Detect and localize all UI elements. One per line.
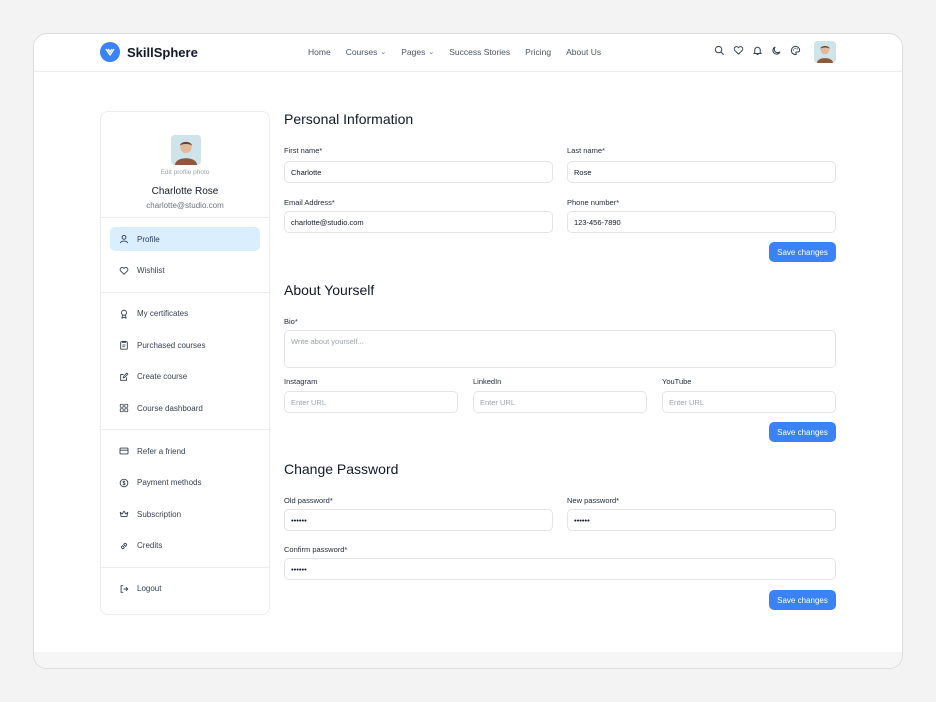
sidebar-item-label: Refer a friend	[137, 446, 186, 456]
sidebar-item-subscription[interactable]: Subscription	[110, 502, 260, 526]
app-window: SkillSphere Home Courses ⌄ Pages ⌄ Success…	[33, 33, 903, 669]
sidebar-item-label: Profile	[137, 234, 160, 244]
search-icon[interactable]	[714, 45, 725, 56]
instagram-label: Instagram	[284, 377, 318, 386]
bell-icon[interactable]	[752, 45, 763, 56]
youtube-label: YouTube	[662, 377, 692, 386]
crown-icon	[119, 510, 129, 517]
heart-icon[interactable]	[733, 45, 744, 56]
nav-home[interactable]: Home	[308, 47, 331, 57]
sidebar-item-profile[interactable]: Profile	[110, 227, 260, 251]
instagram-input[interactable]: Enter URL	[284, 391, 458, 413]
linkedin-label: LinkedIn	[473, 377, 502, 386]
sidebar-item-label: Credits	[137, 541, 163, 550]
confirm-password-input[interactable]: ••••••	[284, 558, 836, 580]
change-password-title: Change Password	[284, 461, 399, 477]
sidebar-item-label: My certificates	[137, 309, 189, 318]
grid-icon	[119, 403, 129, 413]
nav-success-stories-label: Success Stories	[449, 47, 511, 57]
nav-success-stories[interactable]: Success Stories	[449, 47, 510, 57]
bio-textarea[interactable]: Write about yourself...	[284, 330, 836, 368]
old-password-input[interactable]: ••••••	[284, 509, 553, 531]
nav-about-us[interactable]: About Us	[566, 47, 601, 57]
card-icon	[119, 447, 129, 455]
personal-information-title: Personal Information	[284, 111, 414, 127]
last-name-label: Last name*	[567, 146, 605, 155]
sidebar-item-label: Wishlist	[137, 266, 165, 275]
save-about-button[interactable]: Save changes	[769, 422, 836, 442]
bio-label: Bio*	[284, 317, 298, 326]
sidebar-item-label: Purchased courses	[137, 340, 206, 350]
youtube-input[interactable]: Enter URL	[662, 391, 836, 413]
sidebar-group-account: Profile Wishlist	[101, 218, 269, 293]
sidebar-item-refer-a-friend[interactable]: Refer a friend	[110, 439, 260, 463]
chevron-down-icon: ⌄	[380, 49, 387, 56]
profile-name: Charlotte Rose	[151, 186, 219, 197]
first-name-label: First name*	[284, 146, 323, 155]
confirm-password-label: Confirm password*	[284, 545, 348, 554]
sidebar-item-create-course[interactable]: Create course	[110, 365, 260, 389]
sidebar-group-courses: My certificates Purchased courses Create…	[101, 293, 269, 430]
profile-email: charlotte@studio.com	[146, 201, 224, 210]
link-icon	[120, 542, 128, 549]
profile-avatar[interactable]	[171, 135, 201, 165]
sidebar-group-session: Logout	[101, 568, 269, 610]
sidebar-item-label: Subscription	[137, 509, 182, 519]
nav-pricing-label: Pricing	[525, 47, 552, 57]
sidebar-item-label: Create course	[137, 372, 188, 381]
nav-icons	[714, 45, 801, 56]
logout-icon	[120, 584, 129, 593]
nav-pages-label: Pages	[401, 47, 426, 57]
logo-icon	[100, 42, 120, 62]
new-password-input[interactable]: ••••••	[567, 509, 836, 531]
old-password-label: Old password*	[284, 496, 333, 505]
nav-courses-label: Courses	[345, 47, 378, 57]
new-password-label: New password*	[567, 496, 620, 505]
phone-input[interactable]: 123-456-7890	[567, 211, 836, 233]
last-name-input[interactable]: Rose	[567, 161, 836, 183]
dollar-icon	[119, 478, 129, 487]
sidebar-item-payment-methods[interactable]: Payment methods	[110, 471, 260, 495]
account-sidebar: Edit profile photo Charlotte Rose charlo…	[100, 111, 270, 615]
linkedin-input[interactable]: Enter URL	[473, 391, 647, 413]
nav-home-label: Home	[308, 47, 331, 57]
sidebar-item-logout[interactable]: Logout	[110, 577, 260, 601]
award-icon	[121, 309, 127, 319]
sidebar-item-credits[interactable]: Credits	[110, 534, 260, 558]
first-name-input[interactable]: Charlotte	[284, 161, 553, 183]
phone-label: Phone number*	[567, 198, 620, 207]
sidebar-item-purchased-courses[interactable]: Purchased courses	[110, 333, 260, 357]
sidebar-item-wishlist[interactable]: Wishlist	[110, 259, 260, 283]
brand-logo[interactable]: SkillSphere	[100, 42, 198, 62]
footer-band	[34, 652, 902, 668]
email-input[interactable]: charlotte@studio.com	[284, 211, 553, 233]
sidebar-item-label: Course dashboard	[137, 403, 203, 413]
heart-icon	[119, 266, 129, 275]
nav-pricing[interactable]: Pricing	[525, 47, 551, 57]
palette-icon[interactable]	[790, 45, 801, 56]
about-yourself-title: About Yourself	[284, 282, 375, 298]
edit-icon	[120, 372, 129, 381]
brand-name: SkillSphere	[127, 44, 198, 60]
nav-pages[interactable]: Pages ⌄	[401, 47, 434, 57]
chevron-down-icon: ⌄	[428, 49, 435, 56]
top-navbar: SkillSphere Home Courses ⌄ Pages ⌄ Success…	[34, 34, 902, 72]
profile-card: Edit profile photo Charlotte Rose charlo…	[101, 112, 269, 218]
nav-about-us-label: About Us	[566, 47, 602, 57]
email-label: Email Address*	[284, 198, 335, 207]
sidebar-group-billing: Refer a friend Payment methods Subscript…	[101, 430, 269, 568]
save-password-button[interactable]: Save changes	[769, 590, 836, 610]
save-personal-button[interactable]: Save changes	[769, 242, 836, 262]
sidebar-item-label: Payment methods	[137, 478, 202, 487]
user-icon	[120, 234, 128, 244]
user-avatar[interactable]	[814, 41, 836, 63]
edit-profile-photo-link[interactable]: Edit profile photo	[101, 169, 269, 176]
main-menu: Home Courses ⌄ Pages ⌄ Success Stories Pri…	[308, 47, 601, 57]
moon-icon[interactable]	[771, 45, 782, 56]
sidebar-item-my-certificates[interactable]: My certificates	[110, 302, 260, 326]
sidebar-item-label: Logout	[137, 584, 162, 593]
nav-courses[interactable]: Courses ⌄	[346, 47, 387, 57]
clipboard-icon	[120, 340, 128, 350]
sidebar-item-course-dashboard[interactable]: Course dashboard	[110, 396, 260, 420]
